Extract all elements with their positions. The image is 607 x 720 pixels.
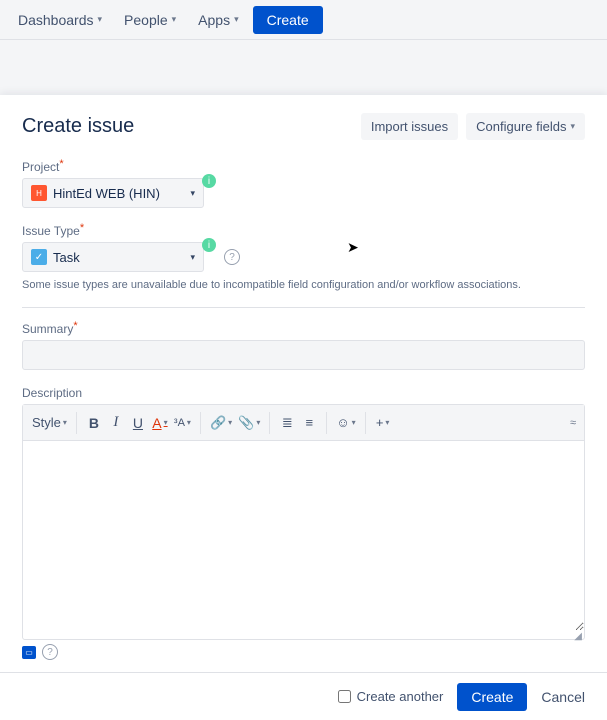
header-band — [0, 40, 607, 95]
create-another-input[interactable] — [338, 690, 351, 703]
chevron-down-icon: ▾ — [98, 14, 103, 25]
field-label: Project — [22, 160, 59, 174]
issue-type-hint: Some issue types are unavailable due to … — [22, 278, 585, 293]
toolbar-separator — [326, 412, 327, 434]
toolbar-separator — [76, 412, 77, 434]
resize-handle[interactable]: ◢ — [23, 631, 584, 639]
cancel-button[interactable]: Cancel — [541, 689, 585, 705]
field-label: Issue Type — [22, 224, 80, 238]
text-color-button[interactable]: A▾ — [149, 411, 171, 435]
divider — [22, 307, 585, 308]
italic-button[interactable]: I — [105, 411, 127, 435]
attachment-button[interactable]: 📎▾ — [235, 411, 263, 435]
nav-apps[interactable]: Apps ▾ — [190, 6, 246, 34]
help-icon[interactable]: ? — [224, 249, 240, 265]
chevron-down-icon: ▾ — [570, 121, 575, 132]
insert-button[interactable]: +▾ — [372, 411, 394, 435]
issue-type-field: Issue Type* ✓ Task ▾ i ? Some issue type… — [22, 222, 585, 293]
chevron-down-icon: ▾ — [190, 188, 195, 199]
rich-text-editor: Style▾ B I U A▾ ³A▾ — [22, 404, 585, 640]
required-indicator: * — [80, 222, 84, 234]
editor-help-icon[interactable]: ? — [42, 644, 58, 660]
chevron-down-icon: ▾ — [256, 418, 260, 427]
summary-field: Summary* — [22, 320, 585, 370]
task-type-icon: ✓ — [31, 249, 47, 265]
nav-people[interactable]: People ▾ — [116, 6, 184, 34]
visual-mode-icon[interactable]: ▭ — [22, 646, 36, 659]
project-field: Project* H HintEd WEB (HIN) ▾ i — [22, 158, 585, 208]
collapse-toolbar-button[interactable]: ≈ — [570, 417, 576, 429]
summary-input[interactable] — [22, 340, 585, 370]
configure-fields-button[interactable]: Configure fields ▾ — [466, 113, 585, 140]
description-textarea[interactable] — [23, 441, 584, 631]
tour-badge-icon: i — [202, 174, 216, 188]
checkbox-label: Create another — [357, 689, 444, 704]
plus-icon: + — [376, 415, 384, 430]
toolbar-separator — [200, 412, 201, 434]
toolbar-separator — [269, 412, 270, 434]
chevron-down-icon: ▾ — [187, 418, 191, 427]
issue-type-select[interactable]: ✓ Task ▾ — [22, 242, 204, 272]
toolbar-separator — [365, 412, 366, 434]
button-label: Configure fields — [476, 119, 566, 134]
dialog-title: Create issue — [22, 115, 134, 138]
nav-label: Apps — [198, 12, 230, 28]
more-formatting-button[interactable]: ³A▾ — [171, 411, 194, 435]
chevron-down-icon: ▾ — [63, 418, 67, 427]
tour-badge-icon: i — [202, 238, 216, 252]
button-label: Import issues — [371, 119, 448, 134]
create-another-checkbox[interactable]: Create another — [338, 689, 444, 704]
chevron-down-icon: ▾ — [385, 418, 389, 427]
nav-label: Dashboards — [18, 12, 94, 28]
link-button[interactable]: 🔗▾ — [207, 411, 235, 435]
chevron-down-icon: ▾ — [164, 418, 168, 427]
header-actions: Import issues Configure fields ▾ — [361, 113, 585, 140]
required-indicator: * — [59, 158, 63, 170]
bullet-list-icon: ≣ — [282, 415, 293, 431]
project-select[interactable]: H HintEd WEB (HIN) ▾ — [22, 178, 204, 208]
project-avatar-icon: H — [31, 185, 47, 201]
chevron-down-icon: ▾ — [190, 252, 195, 263]
chevron-down-icon: ▾ — [172, 14, 177, 25]
issue-type-select-value: Task — [53, 250, 190, 265]
create-issue-dialog: Create issue Import issues Configure fie… — [0, 95, 607, 720]
style-dropdown[interactable]: Style▾ — [29, 411, 70, 435]
top-nav: Dashboards ▾ People ▾ Apps ▾ Create — [0, 0, 607, 40]
field-label: Description — [22, 386, 82, 400]
attachment-icon: 📎 — [238, 415, 254, 431]
bullet-list-button[interactable]: ≣ — [276, 411, 298, 435]
underline-button[interactable]: U — [127, 411, 149, 435]
required-indicator: * — [73, 320, 77, 332]
emoji-icon: ☺ — [336, 415, 349, 430]
editor-toolbar: Style▾ B I U A▾ ³A▾ — [23, 405, 584, 441]
chevron-down-icon: ▾ — [234, 14, 239, 25]
numbered-list-button[interactable]: ≡ — [298, 411, 320, 435]
nav-create-button[interactable]: Create — [253, 6, 323, 34]
project-select-value: HintEd WEB (HIN) — [53, 186, 190, 201]
nav-label: People — [124, 12, 168, 28]
dialog-footer: Create another Create Cancel — [0, 672, 607, 720]
import-issues-button[interactable]: Import issues — [361, 113, 458, 140]
emoji-button[interactable]: ☺▾ — [333, 411, 358, 435]
dialog-header: Create issue Import issues Configure fie… — [22, 113, 585, 140]
nav-dashboards[interactable]: Dashboards ▾ — [10, 6, 110, 34]
description-field: Description Style▾ B I U A▾ — [22, 384, 585, 660]
field-label: Summary — [22, 322, 73, 336]
chevron-down-icon: ▾ — [352, 418, 356, 427]
bold-button[interactable]: B — [83, 411, 105, 435]
link-icon: 🔗 — [210, 415, 226, 431]
chevron-down-icon: ▾ — [228, 418, 232, 427]
numbered-list-icon: ≡ — [306, 415, 314, 430]
create-button[interactable]: Create — [457, 683, 527, 711]
